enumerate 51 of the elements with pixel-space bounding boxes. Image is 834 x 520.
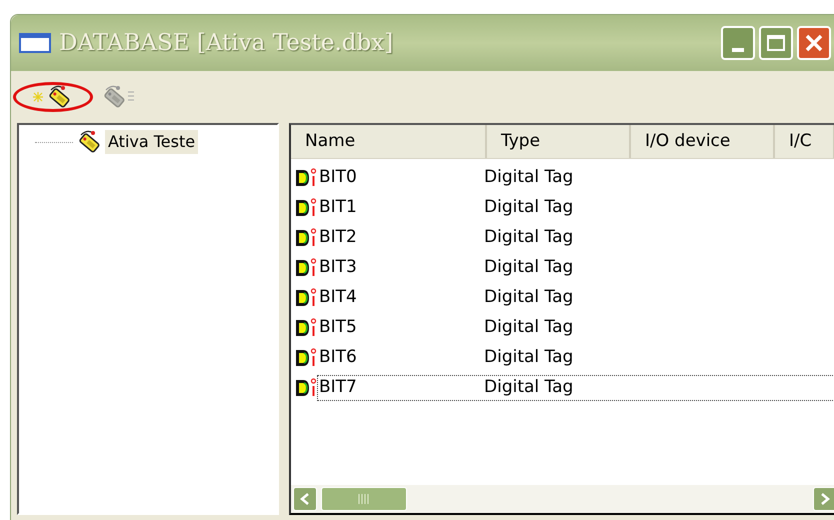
table-row[interactable]: BIT0 Digital Tag <box>317 165 834 191</box>
sparkle-icon <box>33 92 43 102</box>
tree-item[interactable]: Ativa Teste <box>105 130 198 154</box>
column-header[interactable]: I/O device <box>631 125 775 158</box>
window-icon <box>19 33 51 53</box>
table-row[interactable]: BIT2 Digital Tag <box>317 225 834 251</box>
tag-type: Digital Tag <box>484 196 574 220</box>
window-title: DATABASE [Ativa Teste.dbx] <box>59 28 394 58</box>
digital-tag-icon <box>295 348 317 368</box>
column-header[interactable]: Type <box>487 125 631 158</box>
tag-type: Digital Tag <box>484 226 574 250</box>
tag-type: Digital Tag <box>484 166 574 190</box>
digital-tag-icon <box>295 198 317 218</box>
scroll-left-button[interactable] <box>293 487 317 511</box>
digital-tag-icon <box>295 168 317 188</box>
minimize-button[interactable] <box>721 26 755 60</box>
tag-name: BIT5 <box>318 316 358 340</box>
tag-type: Digital Tag <box>484 376 574 400</box>
digital-tag-icon <box>295 258 317 278</box>
table-row[interactable]: BIT7 Digital Tag <box>317 375 834 401</box>
maximize-button[interactable] <box>759 26 793 60</box>
close-icon <box>804 33 824 53</box>
tag-name: BIT1 <box>318 196 358 220</box>
tag-name: BIT0 <box>318 166 358 190</box>
column-header[interactable]: Name <box>291 125 487 158</box>
table-row[interactable]: BIT3 Digital Tag <box>317 255 834 281</box>
digital-tag-icon <box>295 228 317 248</box>
tag-name: BIT6 <box>318 346 358 370</box>
scroll-thumb[interactable] <box>321 487 407 511</box>
tag-type: Digital Tag <box>484 316 574 340</box>
digital-tag-icon <box>295 318 317 338</box>
table-row[interactable]: BIT4 Digital Tag <box>317 285 834 311</box>
close-button[interactable] <box>797 26 831 60</box>
tag-type: Digital Tag <box>484 346 574 370</box>
tag-type: Digital Tag <box>484 256 574 280</box>
table-row[interactable]: BIT1 Digital Tag <box>317 195 834 221</box>
tag-name: BIT7 <box>318 376 358 400</box>
digital-tag-icon <box>295 288 317 308</box>
tag-name: BIT4 <box>318 286 358 310</box>
chevron-left-icon <box>300 493 310 505</box>
tag-type: Digital Tag <box>484 286 574 310</box>
column-header[interactable]: I/C <box>775 125 834 158</box>
table-row[interactable]: BIT5 Digital Tag <box>317 315 834 341</box>
scroll-right-button[interactable] <box>813 487 834 511</box>
table-row[interactable]: BIT6 Digital Tag <box>317 345 834 371</box>
tag-name: BIT3 <box>318 256 358 280</box>
new-tag-button[interactable] <box>13 82 93 112</box>
grip-icon <box>358 494 370 504</box>
tag-name: BIT2 <box>318 226 358 250</box>
chevron-right-icon <box>820 493 830 505</box>
digital-tag-icon <box>295 378 317 398</box>
